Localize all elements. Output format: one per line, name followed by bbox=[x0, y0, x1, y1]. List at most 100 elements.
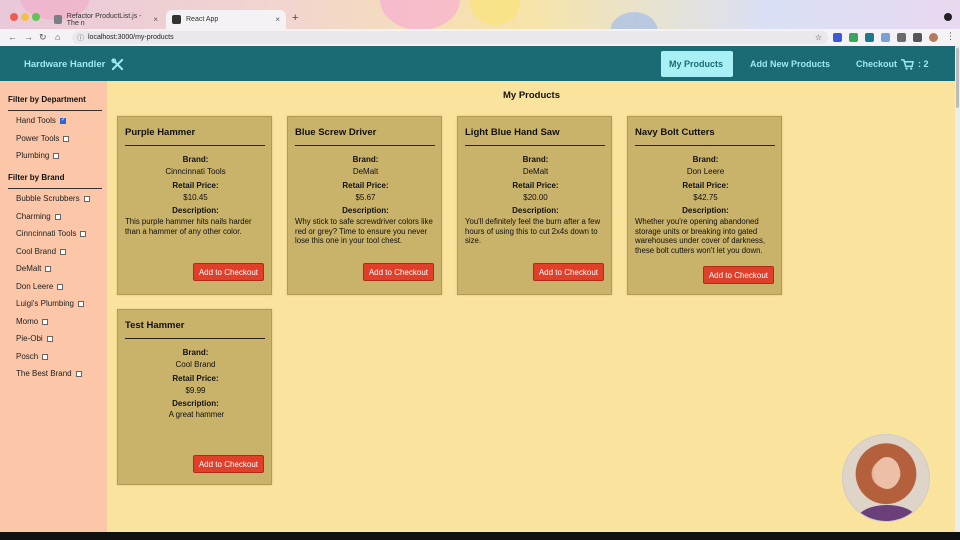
checkbox[interactable] bbox=[78, 300, 85, 307]
description-label: Description: bbox=[172, 399, 219, 408]
maximize-window-button[interactable] bbox=[32, 13, 40, 21]
app: Hardware Handler My Products Add New Pro… bbox=[0, 46, 955, 532]
browser-menu-dot[interactable] bbox=[944, 13, 952, 21]
divider bbox=[125, 145, 265, 146]
brand-option[interactable]: Posch bbox=[16, 352, 49, 361]
checkbox[interactable] bbox=[42, 353, 49, 360]
brand-option[interactable]: Bubble Scrubbers bbox=[16, 194, 90, 203]
close-window-button[interactable] bbox=[10, 13, 18, 21]
profile-avatar[interactable] bbox=[929, 33, 938, 42]
brand-title: Hardware Handler bbox=[24, 59, 106, 70]
add-to-checkout-button[interactable]: Add to Checkout bbox=[192, 263, 264, 281]
add-to-checkout-button[interactable]: Add to Checkout bbox=[192, 455, 264, 473]
nav-checkout[interactable]: Checkout : 2 bbox=[848, 51, 937, 77]
department-option-power-tools[interactable]: Power Tools bbox=[16, 134, 70, 143]
checkbox[interactable] bbox=[83, 195, 90, 202]
brand-option[interactable]: DeMalt bbox=[16, 264, 52, 273]
price-value: $42.75 bbox=[693, 193, 718, 202]
browser-tab-1[interactable]: Refactor ProductList.js - The n × bbox=[48, 10, 164, 29]
checkbox[interactable] bbox=[45, 265, 52, 272]
brand-label: Brand: bbox=[522, 155, 549, 164]
divider bbox=[295, 145, 435, 146]
extension-icon[interactable] bbox=[849, 33, 858, 42]
background-blob bbox=[610, 12, 658, 29]
brand-value: Cinncinnati Tools bbox=[165, 167, 226, 176]
department-option-hand-tools[interactable]: Hand Tools bbox=[16, 116, 66, 126]
browser-tab-2[interactable]: React App × bbox=[166, 10, 286, 29]
brand-label: Brand: bbox=[352, 155, 379, 164]
checkbox[interactable] bbox=[75, 370, 82, 377]
brand[interactable]: Hardware Handler bbox=[24, 58, 124, 71]
product-name: Purple Hammer bbox=[125, 127, 196, 138]
option-label: Cool Brand bbox=[16, 247, 57, 256]
checkbox[interactable] bbox=[42, 318, 49, 325]
add-to-checkout-button[interactable]: Add to Checkout bbox=[362, 263, 434, 281]
add-to-checkout-button[interactable]: Add to Checkout bbox=[532, 263, 604, 281]
react-icon bbox=[172, 15, 181, 24]
option-label: Posch bbox=[16, 352, 39, 361]
brand-option[interactable]: The Best Brand bbox=[16, 369, 82, 378]
add-to-checkout-button[interactable]: Add to Checkout bbox=[702, 266, 774, 284]
extension-icon[interactable] bbox=[833, 33, 842, 42]
price-label: Retail Price: bbox=[512, 181, 559, 190]
divider bbox=[465, 145, 605, 146]
cart-count: : 2 bbox=[918, 59, 929, 69]
bookmark-star-icon[interactable]: ☆ bbox=[815, 33, 822, 42]
checkbox[interactable] bbox=[63, 135, 70, 142]
brand-option[interactable]: Cinncinnati Tools bbox=[16, 229, 87, 238]
description-label: Description: bbox=[342, 206, 389, 215]
option-label: Cinncinnati Tools bbox=[16, 229, 77, 238]
brand-option[interactable]: Pie-Obi bbox=[16, 334, 53, 343]
checkbox[interactable] bbox=[46, 335, 53, 342]
price-label: Retail Price: bbox=[342, 181, 389, 190]
back-icon[interactable]: ← bbox=[8, 32, 17, 42]
close-tab-icon[interactable]: × bbox=[153, 15, 158, 24]
background-blob bbox=[470, 0, 520, 25]
page-scrollbar[interactable] bbox=[955, 46, 960, 532]
product-name: Test Hammer bbox=[125, 320, 185, 331]
divider bbox=[635, 145, 775, 146]
home-icon[interactable]: ⌂ bbox=[55, 32, 60, 42]
extension-icon[interactable] bbox=[897, 33, 906, 42]
department-filter-heading: Filter by Department bbox=[8, 95, 86, 104]
kebab-menu-icon[interactable]: ⋮ bbox=[946, 31, 955, 42]
product-card: Test Hammer Brand: Cool Brand Retail Pri… bbox=[117, 309, 272, 485]
brand-option[interactable]: Cool Brand bbox=[16, 247, 67, 256]
checkbox[interactable] bbox=[80, 230, 87, 237]
scrollbar-thumb[interactable] bbox=[956, 48, 959, 108]
checkbox[interactable] bbox=[54, 213, 61, 220]
minimize-window-button[interactable] bbox=[21, 13, 29, 21]
checkbox[interactable] bbox=[59, 116, 66, 124]
url-text: localhost:3000/my-products bbox=[88, 34, 174, 41]
extension-icon[interactable] bbox=[881, 33, 890, 42]
divider bbox=[8, 110, 102, 111]
nav-add-new-products[interactable]: Add New Products bbox=[742, 51, 838, 77]
brand-option[interactable]: Don Leere bbox=[16, 282, 64, 291]
price-value: $10.45 bbox=[183, 193, 208, 202]
checkbox[interactable] bbox=[57, 283, 64, 290]
extension-icon[interactable] bbox=[865, 33, 874, 42]
forward-icon[interactable]: → bbox=[24, 32, 33, 42]
close-tab-icon[interactable]: × bbox=[275, 15, 280, 24]
brand-option[interactable]: Charming bbox=[16, 212, 61, 221]
reload-icon[interactable]: ↻ bbox=[39, 32, 47, 43]
puzzle-icon[interactable] bbox=[913, 33, 922, 42]
brand-option[interactable]: Luigi's Plumbing bbox=[16, 299, 85, 308]
department-option-plumbing[interactable]: Plumbing bbox=[16, 151, 60, 160]
price-value: $9.99 bbox=[185, 386, 206, 395]
product-card: Blue Screw Driver Brand: DeMalt Retail P… bbox=[287, 116, 442, 295]
nav-my-products[interactable]: My Products bbox=[661, 51, 733, 77]
brand-value: Don Leere bbox=[686, 167, 725, 176]
brand-filter-heading: Filter by Brand bbox=[8, 173, 65, 182]
new-tab-button[interactable]: + bbox=[292, 12, 298, 24]
divider bbox=[8, 188, 102, 189]
description-text: This purple hammer hits nails harder tha… bbox=[125, 217, 252, 236]
description-label: Description: bbox=[512, 206, 559, 215]
tab-label: React App bbox=[186, 16, 219, 23]
checkbox[interactable] bbox=[53, 152, 60, 159]
checkbox[interactable] bbox=[60, 248, 67, 255]
price-value: $5.67 bbox=[355, 193, 376, 202]
info-icon[interactable]: ⓘ bbox=[77, 33, 84, 43]
brand-option[interactable]: Momo bbox=[16, 317, 49, 326]
url-field[interactable]: ⓘ localhost:3000/my-products ☆ bbox=[72, 31, 828, 44]
